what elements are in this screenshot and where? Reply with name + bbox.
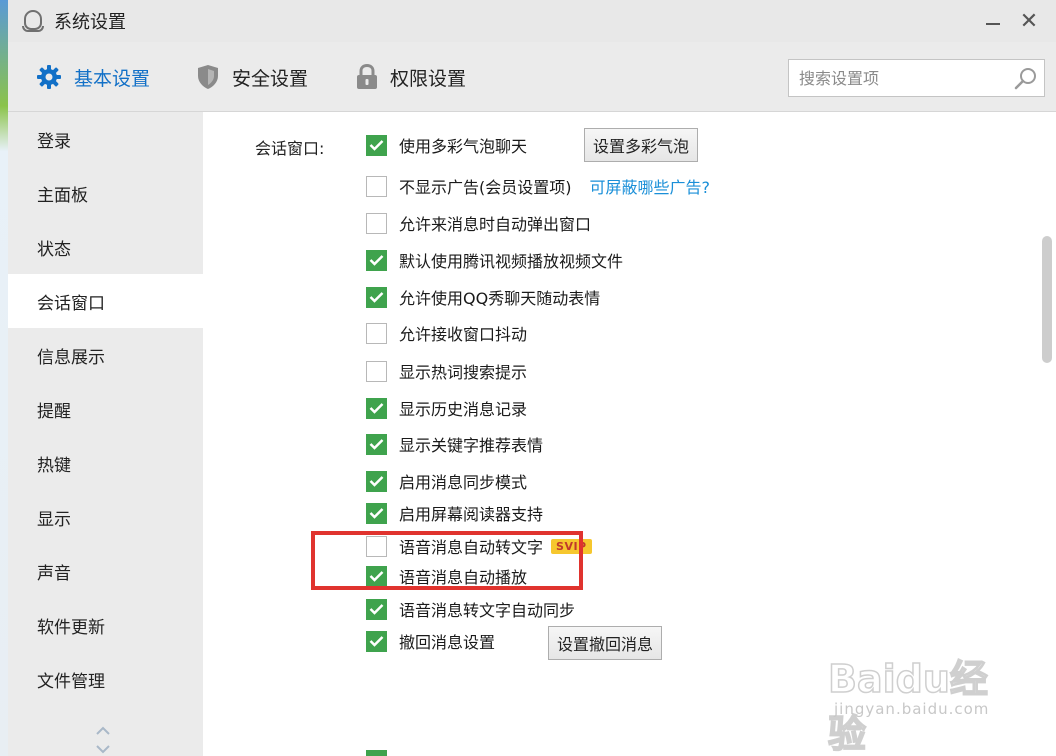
checkbox[interactable] [366, 175, 387, 197]
option-label: 默认使用腾讯视频播放视频文件 [399, 252, 624, 271]
option-label: 撤回消息设置 [399, 633, 496, 652]
content-scrollbar[interactable] [1042, 236, 1052, 363]
checkbox[interactable] [366, 502, 387, 524]
checkbox[interactable] [366, 249, 387, 271]
tab-label: 权限设置 [390, 67, 467, 90]
option-keyword-emoji[interactable]: 显示关键字推荐表情 [366, 432, 543, 456]
option-label: 显示历史消息记录 [399, 400, 528, 419]
section-label: 会话窗口: [255, 139, 325, 158]
set-recall-button[interactable]: 设置撤回消息 [548, 626, 663, 660]
qq-penguin-icon [22, 9, 44, 33]
option-window-shake[interactable]: 允许接收窗口抖动 [366, 321, 527, 345]
sidebar-item-status[interactable]: 状态 [8, 220, 203, 274]
checkbox[interactable] [366, 598, 387, 620]
desktop-background [0, 0, 8, 756]
option-label: 不显示广告(会员设置项) [399, 178, 572, 197]
set-bubble-button[interactable]: 设置多彩气泡 [584, 128, 699, 162]
checkbox[interactable] [366, 360, 387, 382]
sidebar-item-display[interactable]: 显示 [8, 490, 203, 544]
option-label: 启用屏幕阅读器支持 [399, 505, 544, 524]
sidebar-item-login[interactable]: 登录 [8, 112, 203, 166]
option-qq-show-emoji[interactable]: 允许使用QQ秀聊天随动表情 [366, 285, 600, 309]
option-recall-msg[interactable]: 撤回消息设置 [366, 629, 495, 653]
sidebar-item-reminders[interactable]: 提醒 [8, 382, 203, 436]
sidebar-item-software-update[interactable]: 软件更新 [8, 598, 203, 652]
checkbox[interactable] [366, 286, 387, 308]
gear-icon [36, 64, 62, 90]
partial-option-row [366, 748, 716, 756]
baidu-watermark: Baidu经验 jingyan.baidu.com [820, 648, 1006, 756]
option-label: 显示热词搜索提示 [399, 363, 528, 382]
checkbox[interactable] [366, 630, 387, 652]
checkbox[interactable] [366, 470, 387, 492]
tab-label: 基本设置 [74, 67, 151, 90]
checkbox[interactable] [366, 134, 387, 156]
option-label: 启用消息同步模式 [399, 473, 528, 492]
highlight-annotation-box [311, 531, 583, 590]
shield-icon [196, 64, 220, 90]
blockable-ads-link[interactable]: 可屏蔽哪些广告? [590, 174, 711, 198]
tab-security-settings[interactable]: 安全设置 [196, 62, 308, 92]
checkbox[interactable] [366, 433, 387, 455]
tab-label: 安全设置 [232, 67, 309, 90]
option-msg-sync[interactable]: 启用消息同步模式 [366, 469, 527, 493]
option-voice-text-sync[interactable]: 语音消息转文字自动同步 [366, 597, 575, 621]
option-label: 使用多彩气泡聊天 [399, 137, 528, 156]
sidebar-item-hotkeys[interactable]: 热键 [8, 436, 203, 490]
lock-icon [356, 64, 378, 90]
watermark-url: jingyan.baidu.com [834, 700, 990, 718]
option-label: 允许使用QQ秀聊天随动表情 [399, 289, 601, 308]
window-title: 系统设置 [54, 12, 126, 33]
minimize-button[interactable] [980, 8, 1006, 34]
checkbox[interactable] [366, 397, 387, 419]
sidebar-scroll-arrows-icon[interactable] [93, 724, 113, 756]
option-auto-popup[interactable]: 允许来消息时自动弹出窗口 [366, 211, 591, 235]
option-hot-word-hint[interactable]: 显示热词搜索提示 [366, 359, 527, 383]
checkbox[interactable] [366, 322, 387, 344]
settings-content: 会话窗口: 使用多彩气泡聊天不显示广告(会员设置项) 可屏蔽哪些广告? 允许来消息时… [203, 112, 1056, 756]
option-label: 语音消息转文字自动同步 [399, 601, 576, 620]
close-button[interactable]: ✕ [1016, 8, 1042, 34]
tab-basic-settings[interactable]: 基本设置 [36, 62, 150, 92]
settings-toolbar: 基本设置 安全设置 权限设置 [8, 42, 1056, 112]
option-hide-ads[interactable]: 不显示广告(会员设置项) 可屏蔽哪些广告? [366, 174, 710, 198]
option-label: 允许来消息时自动弹出窗口 [399, 215, 592, 234]
title-bar[interactable]: 系统设置 ✕ [8, 0, 1056, 42]
option-tencent-video[interactable]: 默认使用腾讯视频播放视频文件 [366, 248, 623, 272]
settings-sidebar: 登录 主面板 状态 会话窗口 信息展示 提醒 热键 显示 声音 软件更新 文件管… [8, 112, 203, 756]
search-box[interactable] [788, 59, 1045, 97]
sidebar-item-main-panel[interactable]: 主面板 [8, 166, 203, 220]
option-label: 允许接收窗口抖动 [399, 325, 528, 344]
sidebar-item-info-display[interactable]: 信息展示 [8, 328, 203, 382]
checkbox[interactable] [366, 212, 387, 234]
option-screen-reader[interactable]: 启用屏幕阅读器支持 [366, 501, 543, 525]
sidebar-item-file-management[interactable]: 文件管理 [8, 652, 203, 706]
option-history-msg[interactable]: 显示历史消息记录 [366, 396, 527, 420]
sidebar-item-chat-window[interactable]: 会话窗口 [8, 274, 203, 328]
sidebar-item-sound[interactable]: 声音 [8, 544, 203, 598]
tab-permission-settings[interactable]: 权限设置 [356, 62, 466, 92]
search-input[interactable] [789, 60, 1008, 96]
search-icon[interactable] [1008, 60, 1044, 96]
option-label: 显示关键字推荐表情 [399, 436, 544, 455]
option-bubble-chat[interactable]: 使用多彩气泡聊天 [366, 133, 527, 157]
